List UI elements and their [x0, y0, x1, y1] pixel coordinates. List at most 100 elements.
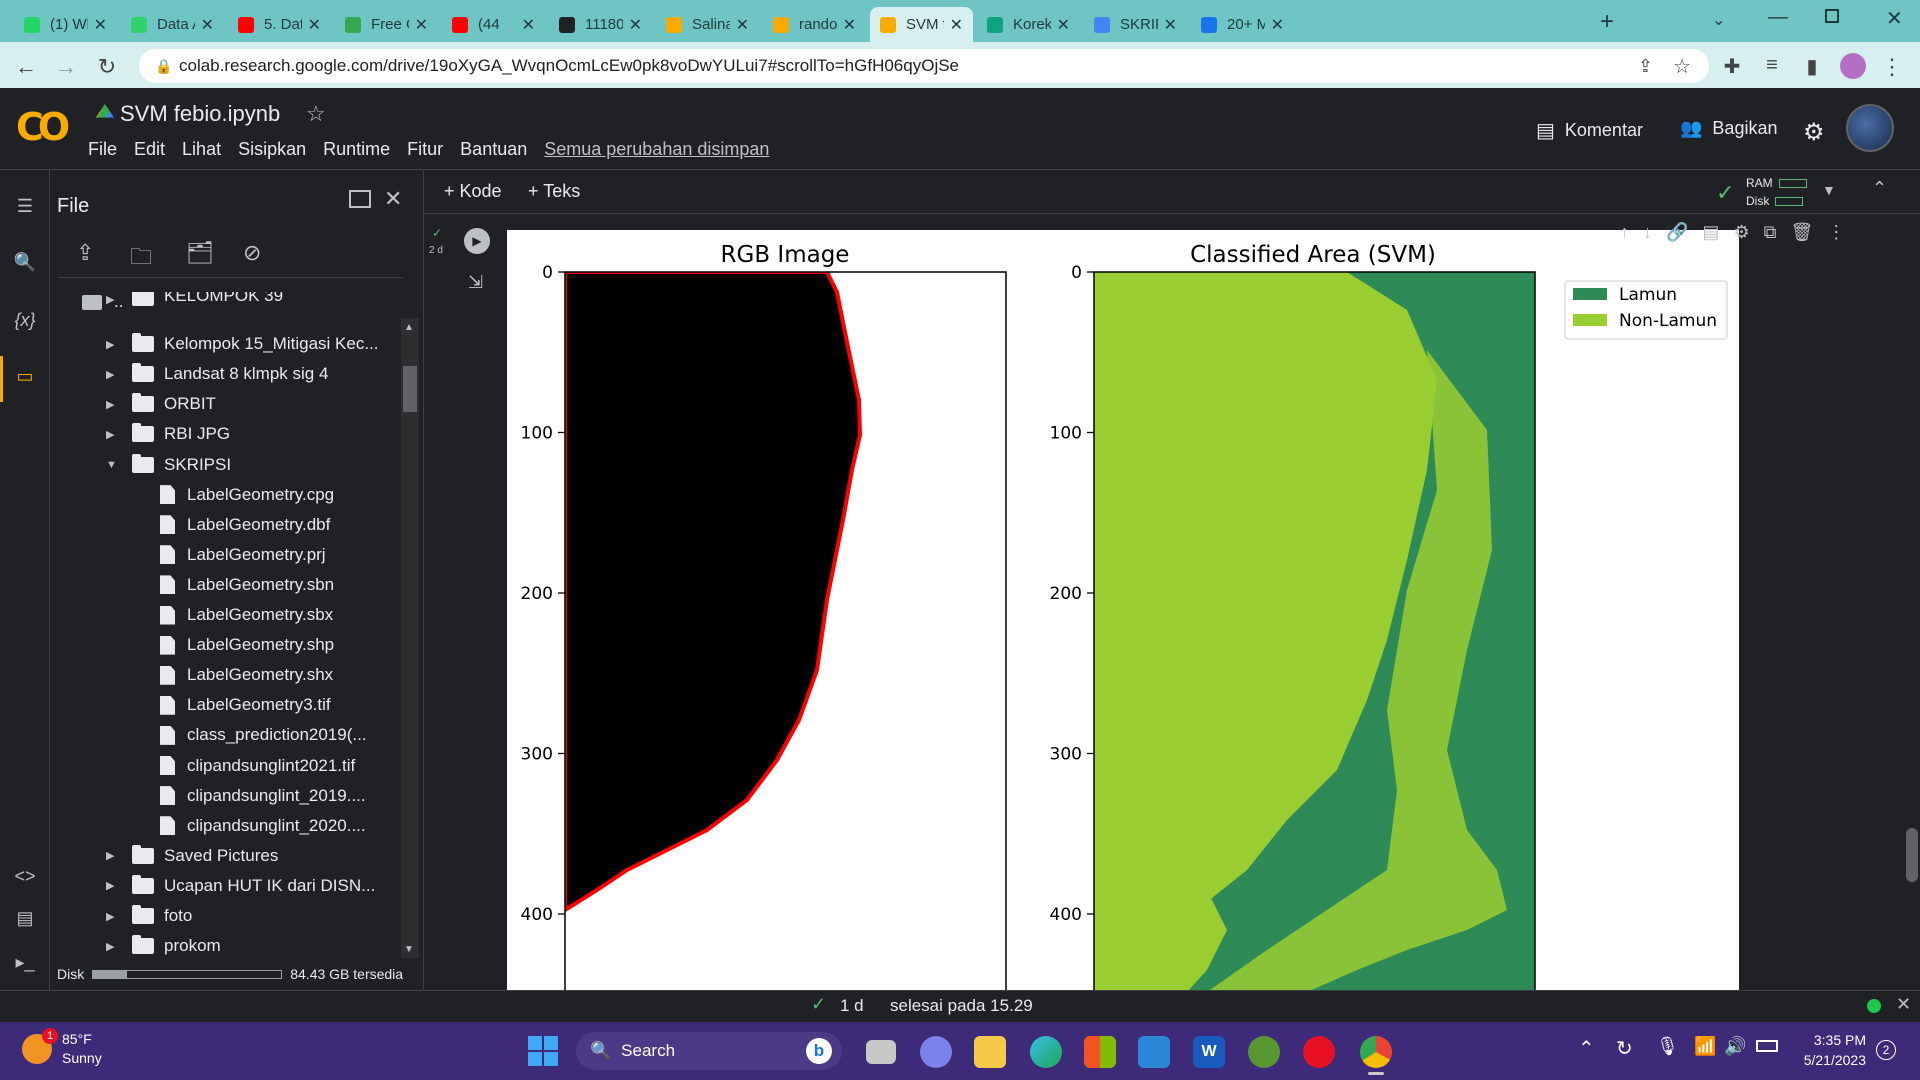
menu-lihat[interactable]: Lihat — [182, 139, 221, 160]
task-view-icon[interactable] — [866, 1040, 896, 1064]
url-input[interactable]: 🔒 colab.research.google.com/drive/19oXyG… — [139, 49, 1709, 83]
file-explorer-icon[interactable] — [974, 1036, 1006, 1068]
move-cell-down-icon[interactable]: ↓ — [1643, 222, 1652, 243]
file-item[interactable]: class_prediction2019(... — [160, 725, 367, 745]
tray-sync-icon[interactable]: ↻ — [1616, 1036, 1633, 1061]
browser-tab[interactable]: SKRIPS ✕ — [1084, 7, 1187, 42]
tray-wifi-icon[interactable]: 📶 — [1694, 1036, 1716, 1057]
file-item[interactable]: LabelGeometry.dbf — [160, 515, 330, 535]
chrome-icon[interactable] — [1360, 1036, 1392, 1068]
tab-close-icon[interactable]: ✕ — [415, 15, 428, 35]
browser-tab[interactable]: random ✕ — [763, 7, 866, 42]
expand-right-icon[interactable]: ▶ — [106, 338, 120, 351]
new-tab-button[interactable]: + — [1600, 8, 1614, 36]
file-item[interactable]: LabelGeometry.cpg — [160, 485, 334, 505]
browser-tab[interactable]: SVM fe ✕ — [870, 7, 973, 42]
folder-item[interactable]: ▶ prokom — [106, 935, 221, 956]
folder-icon[interactable]: ▭ — [12, 366, 38, 387]
comment-cell-icon[interactable]: ▤ — [1702, 222, 1719, 243]
scrollbar-thumb[interactable] — [403, 366, 417, 412]
folder-item[interactable]: ▶ Landsat 8 klmpk sig 4 — [106, 363, 328, 384]
page-scrollbar-thumb[interactable] — [1906, 828, 1918, 882]
notification-badge[interactable]: 2 — [1876, 1040, 1896, 1060]
folder-item[interactable]: ▶ KELOMPOK 39 — [106, 292, 283, 306]
folder-item[interactable]: ▶ Kelompok 15_Mitigasi Kec... — [106, 333, 379, 354]
expand-right-icon[interactable]: ▶ — [106, 428, 120, 441]
file-item[interactable]: LabelGeometry.prj — [160, 545, 326, 565]
browser-tab[interactable]: (1) Wha ✕ — [14, 7, 117, 42]
share-page-icon[interactable]: ⇪ — [1638, 56, 1653, 77]
media-control-icon[interactable]: ≡ — [1760, 54, 1784, 77]
browser-menu-icon[interactable]: ⋮ — [1880, 54, 1904, 80]
edge-icon[interactable] — [1030, 1036, 1062, 1068]
tab-close-icon[interactable]: ✕ — [736, 15, 749, 35]
weather-widget[interactable]: 1 85°F Sunny — [22, 1028, 102, 1068]
expand-down-icon[interactable]: ▼ — [106, 459, 120, 471]
tab-close-icon[interactable]: ✕ — [1164, 15, 1177, 35]
tab-close-icon[interactable]: ✕ — [308, 15, 321, 35]
tab-close-icon[interactable]: ✕ — [950, 15, 963, 35]
file-item[interactable]: LabelGeometry.shx — [160, 665, 333, 685]
file-item[interactable]: clipandsunglint_2019.... — [160, 786, 366, 806]
back-icon[interactable]: ← — [14, 54, 38, 80]
add-code-button[interactable]: + Kode — [444, 181, 502, 202]
settings-gear-icon[interactable]: ⚙ — [1803, 118, 1825, 147]
tray-chevron-icon[interactable]: ⌃ — [1578, 1036, 1595, 1061]
file-item[interactable]: LabelGeometry.sbn — [160, 575, 334, 595]
expand-right-icon[interactable]: ▶ — [106, 293, 120, 306]
folder-item[interactable]: ▶ foto — [106, 905, 192, 926]
restore-button[interactable] — [1825, 9, 1839, 23]
tray-battery-icon[interactable] — [1756, 1040, 1778, 1052]
file-tree-scrollbar[interactable] — [401, 318, 419, 958]
table-of-contents-icon[interactable]: ☰ — [12, 196, 38, 217]
word-icon[interactable]: W — [1193, 1036, 1225, 1068]
menu-bantuan[interactable]: Bantuan — [460, 139, 527, 160]
run-cell-button[interactable]: ▶ — [464, 228, 490, 254]
side-panel-icon[interactable]: ▮ — [1800, 54, 1824, 79]
expand-right-icon[interactable]: ▶ — [106, 879, 120, 892]
star-icon[interactable]: ☆ — [306, 101, 326, 127]
add-text-button[interactable]: + Teks — [528, 181, 580, 202]
menu-fitur[interactable]: Fitur — [407, 139, 443, 160]
scroll-up-arrow-icon[interactable]: ▲ — [404, 322, 414, 333]
folder-item[interactable]: ▶ RBI JPG — [106, 423, 230, 444]
variables-icon[interactable]: {x} — [12, 310, 38, 331]
share-button[interactable]: 👥 Bagikan — [1680, 118, 1777, 139]
bing-icon[interactable]: b — [806, 1038, 832, 1064]
chat-teams-icon[interactable] — [920, 1036, 952, 1068]
move-cell-up-icon[interactable]: ↑ — [1620, 222, 1629, 243]
expand-right-icon[interactable]: ▶ — [106, 849, 120, 862]
tab-close-icon[interactable]: ✕ — [1057, 15, 1070, 35]
qgis-icon[interactable] — [1248, 1036, 1280, 1068]
comment-button[interactable]: ▤ Komentar — [1536, 118, 1643, 143]
cell-settings-gear-icon[interactable]: ⚙ — [1733, 222, 1749, 243]
expand-right-icon[interactable]: ▶ — [106, 398, 120, 411]
search-icon[interactable]: 🔍 — [12, 252, 38, 273]
mail-icon[interactable] — [1138, 1036, 1170, 1068]
file-item[interactable]: LabelGeometry.shp — [160, 635, 334, 655]
tab-close-icon[interactable]: ✕ — [201, 15, 214, 35]
opera-icon[interactable] — [1303, 1036, 1335, 1068]
browser-tab[interactable]: Salinan ✕ — [656, 7, 759, 42]
scroll-down-arrow-icon[interactable]: ▼ — [404, 944, 414, 955]
mount-drive-icon[interactable]: 🗂 — [186, 240, 214, 266]
extensions-icon[interactable]: ✚ — [1720, 54, 1744, 79]
collapse-header-icon[interactable]: ⌃ — [1872, 178, 1887, 199]
browser-tab[interactable]: 20+ Ma ✕ — [1191, 7, 1294, 42]
browser-tab[interactable]: Data An ✕ — [121, 7, 224, 42]
folder-item[interactable]: ▶ ORBIT — [106, 393, 216, 414]
terminal-icon[interactable]: ▸_ — [12, 952, 38, 973]
forward-icon[interactable]: → — [54, 54, 78, 80]
bookmark-star-icon[interactable]: ☆ — [1673, 54, 1691, 79]
runtime-dropdown-icon[interactable]: ▼ — [1822, 182, 1836, 198]
status-close-icon[interactable]: ✕ — [1896, 994, 1911, 1015]
windows-start-icon[interactable] — [528, 1036, 558, 1066]
folder-item[interactable]: ▶ Ucapan HUT IK dari DISN... — [106, 874, 375, 896]
notebook-title[interactable]: SVM febio.ipynb — [120, 101, 280, 127]
microsoft-store-icon[interactable] — [1084, 1036, 1116, 1068]
folder-item[interactable]: ▼ SKRIPSI — [106, 453, 231, 475]
folder-item[interactable]: ▶ Saved Pictures — [106, 844, 278, 866]
expand-right-icon[interactable]: ▶ — [106, 940, 120, 953]
file-item[interactable]: clipandsunglint2021.tif — [160, 756, 355, 776]
browser-tab[interactable]: (44 ✕ — [442, 7, 545, 42]
